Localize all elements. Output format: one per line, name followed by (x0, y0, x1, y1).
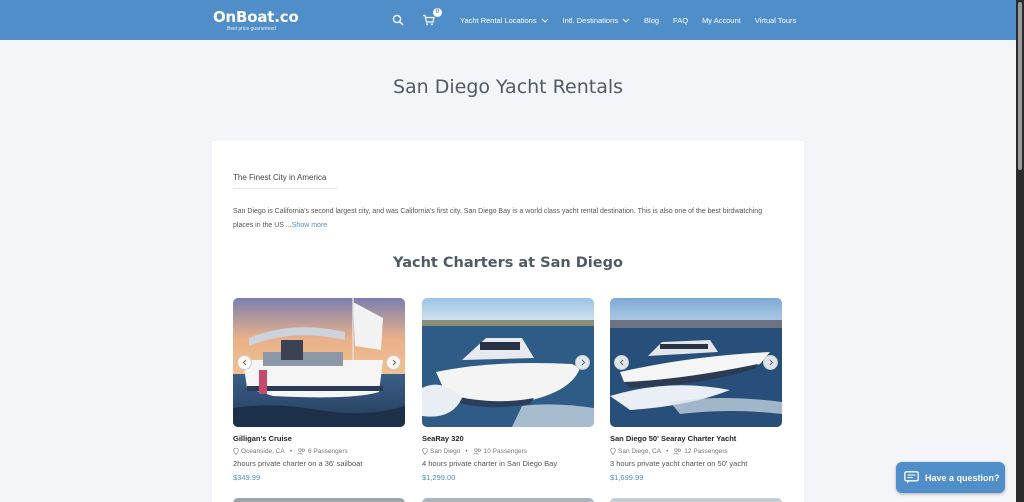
listing-price: $1,299.00 (422, 473, 456, 482)
listing-location: San Diego (430, 448, 461, 455)
main-nav: 0 Yacht Rental Locations Intl. Destinati… (392, 0, 796, 40)
logo-text[interactable]: OnBoat.co (213, 9, 299, 26)
nav-label: Yacht Rental Locations (460, 15, 537, 25)
content-panel: The Finest City in America San Diego is … (212, 141, 804, 502)
meta-separator: • (666, 448, 669, 455)
cart-icon[interactable]: 0 (422, 8, 442, 27)
listing-location: Oceanside, CA (241, 448, 285, 455)
listing-card[interactable]: San Diego 50' Searay Charter Yacht San D… (610, 298, 782, 482)
section-title: Yacht Charters at San Diego (393, 255, 623, 271)
nav-yacht-rental-locations[interactable]: Yacht Rental Locations (460, 16, 549, 25)
cart-count-badge: 0 (433, 8, 442, 17)
location-pin-icon (422, 448, 428, 455)
chevron-down-icon (622, 18, 630, 23)
chevron-left-icon (619, 359, 623, 366)
listing-passengers: 12 Passengers (684, 448, 728, 455)
listing-meta: Oceanside, CA • 6 Passengers (233, 448, 405, 455)
passengers-icon (297, 448, 305, 455)
carousel-next-button[interactable] (386, 355, 401, 370)
nav-label: Intl. Destinations (562, 15, 619, 25)
nav-my-account[interactable]: My Account (702, 16, 741, 25)
chat-label: Have a question? (925, 472, 1000, 483)
carousel-next-button[interactable] (763, 355, 778, 370)
listing-description: 3 hours private yacht charter on 50' yac… (610, 459, 748, 468)
carousel-prev-button[interactable] (237, 355, 252, 370)
page-title: San Diego Yacht Rentals (392, 76, 624, 98)
search-icon[interactable] (392, 13, 406, 27)
location-pin-icon (610, 448, 616, 455)
listing-description: 4 hours private charter in San Diego Bay (422, 459, 558, 468)
chevron-down-icon (541, 18, 548, 23)
intro-text: San Diego is California's second largest… (233, 205, 783, 233)
listing-passengers: 10 Passengers (483, 448, 528, 455)
nav-virtual-tours[interactable]: Virtual Tours (755, 16, 796, 25)
meta-separator: • (465, 448, 468, 455)
listing-description: 2hours private charter on a 36' sailboat (233, 459, 363, 468)
intro-heading: The Finest City in America (233, 173, 327, 182)
chevron-left-icon (242, 359, 246, 366)
site-logo[interactable]: OnBoat.co Best price guaranteed (213, 9, 299, 33)
nav-faq[interactable]: FAQ (673, 16, 688, 25)
listing-image[interactable] (610, 298, 782, 427)
chevron-right-icon (392, 359, 396, 366)
listing-title[interactable]: San Diego 50' Searay Charter Yacht (610, 434, 782, 443)
listing-price: $1,699.99 (610, 473, 644, 482)
chat-widget-button[interactable]: Have a question? (896, 462, 1005, 493)
listing-image[interactable] (233, 298, 405, 427)
logo-tagline: Best price guaranteed (227, 26, 276, 32)
location-pin-icon (233, 448, 239, 455)
scrollbar-thumb[interactable] (1018, 2, 1022, 170)
listing-title[interactable]: Gilligan's Cruise (233, 434, 405, 443)
listing-meta: San Diego, CA • 12 Passengers (610, 448, 782, 455)
listing-title[interactable]: SeaRay 320 (422, 434, 594, 443)
carousel-prev-button[interactable] (614, 355, 629, 370)
carousel-next-button[interactable] (575, 355, 590, 370)
page-scrollbar[interactable] (1016, 0, 1024, 502)
listing-price: $349.99 (233, 473, 261, 482)
chevron-right-icon (581, 359, 585, 366)
passengers-icon (673, 448, 682, 455)
listing-passengers: 6 Passengers (308, 448, 348, 455)
divider (233, 188, 337, 189)
listing-card[interactable]: SeaRay 320 San Diego • 10 Passengers 4 h… (422, 298, 594, 482)
nav-intl-destinations[interactable]: Intl. Destinations (563, 16, 630, 25)
nav-blog[interactable]: Blog (644, 16, 659, 25)
chat-icon (904, 471, 919, 484)
listing-location: San Diego, CA (618, 448, 661, 455)
listing-image[interactable] (422, 298, 594, 427)
site-header: OnBoat.co Best price guaranteed 0 Yacht … (0, 0, 1016, 40)
listing-meta: San Diego • 10 Passengers (422, 448, 594, 455)
show-more-link[interactable]: Show more (292, 222, 327, 229)
meta-separator: • (289, 448, 292, 455)
listing-image[interactable] (610, 498, 782, 502)
chevron-right-icon (769, 359, 773, 366)
passengers-icon (472, 448, 481, 455)
listing-image[interactable] (233, 498, 405, 502)
listing-card[interactable]: Gilligan's Cruise Oceanside, CA • 6 Pass… (233, 298, 405, 482)
listing-image[interactable] (422, 498, 594, 502)
